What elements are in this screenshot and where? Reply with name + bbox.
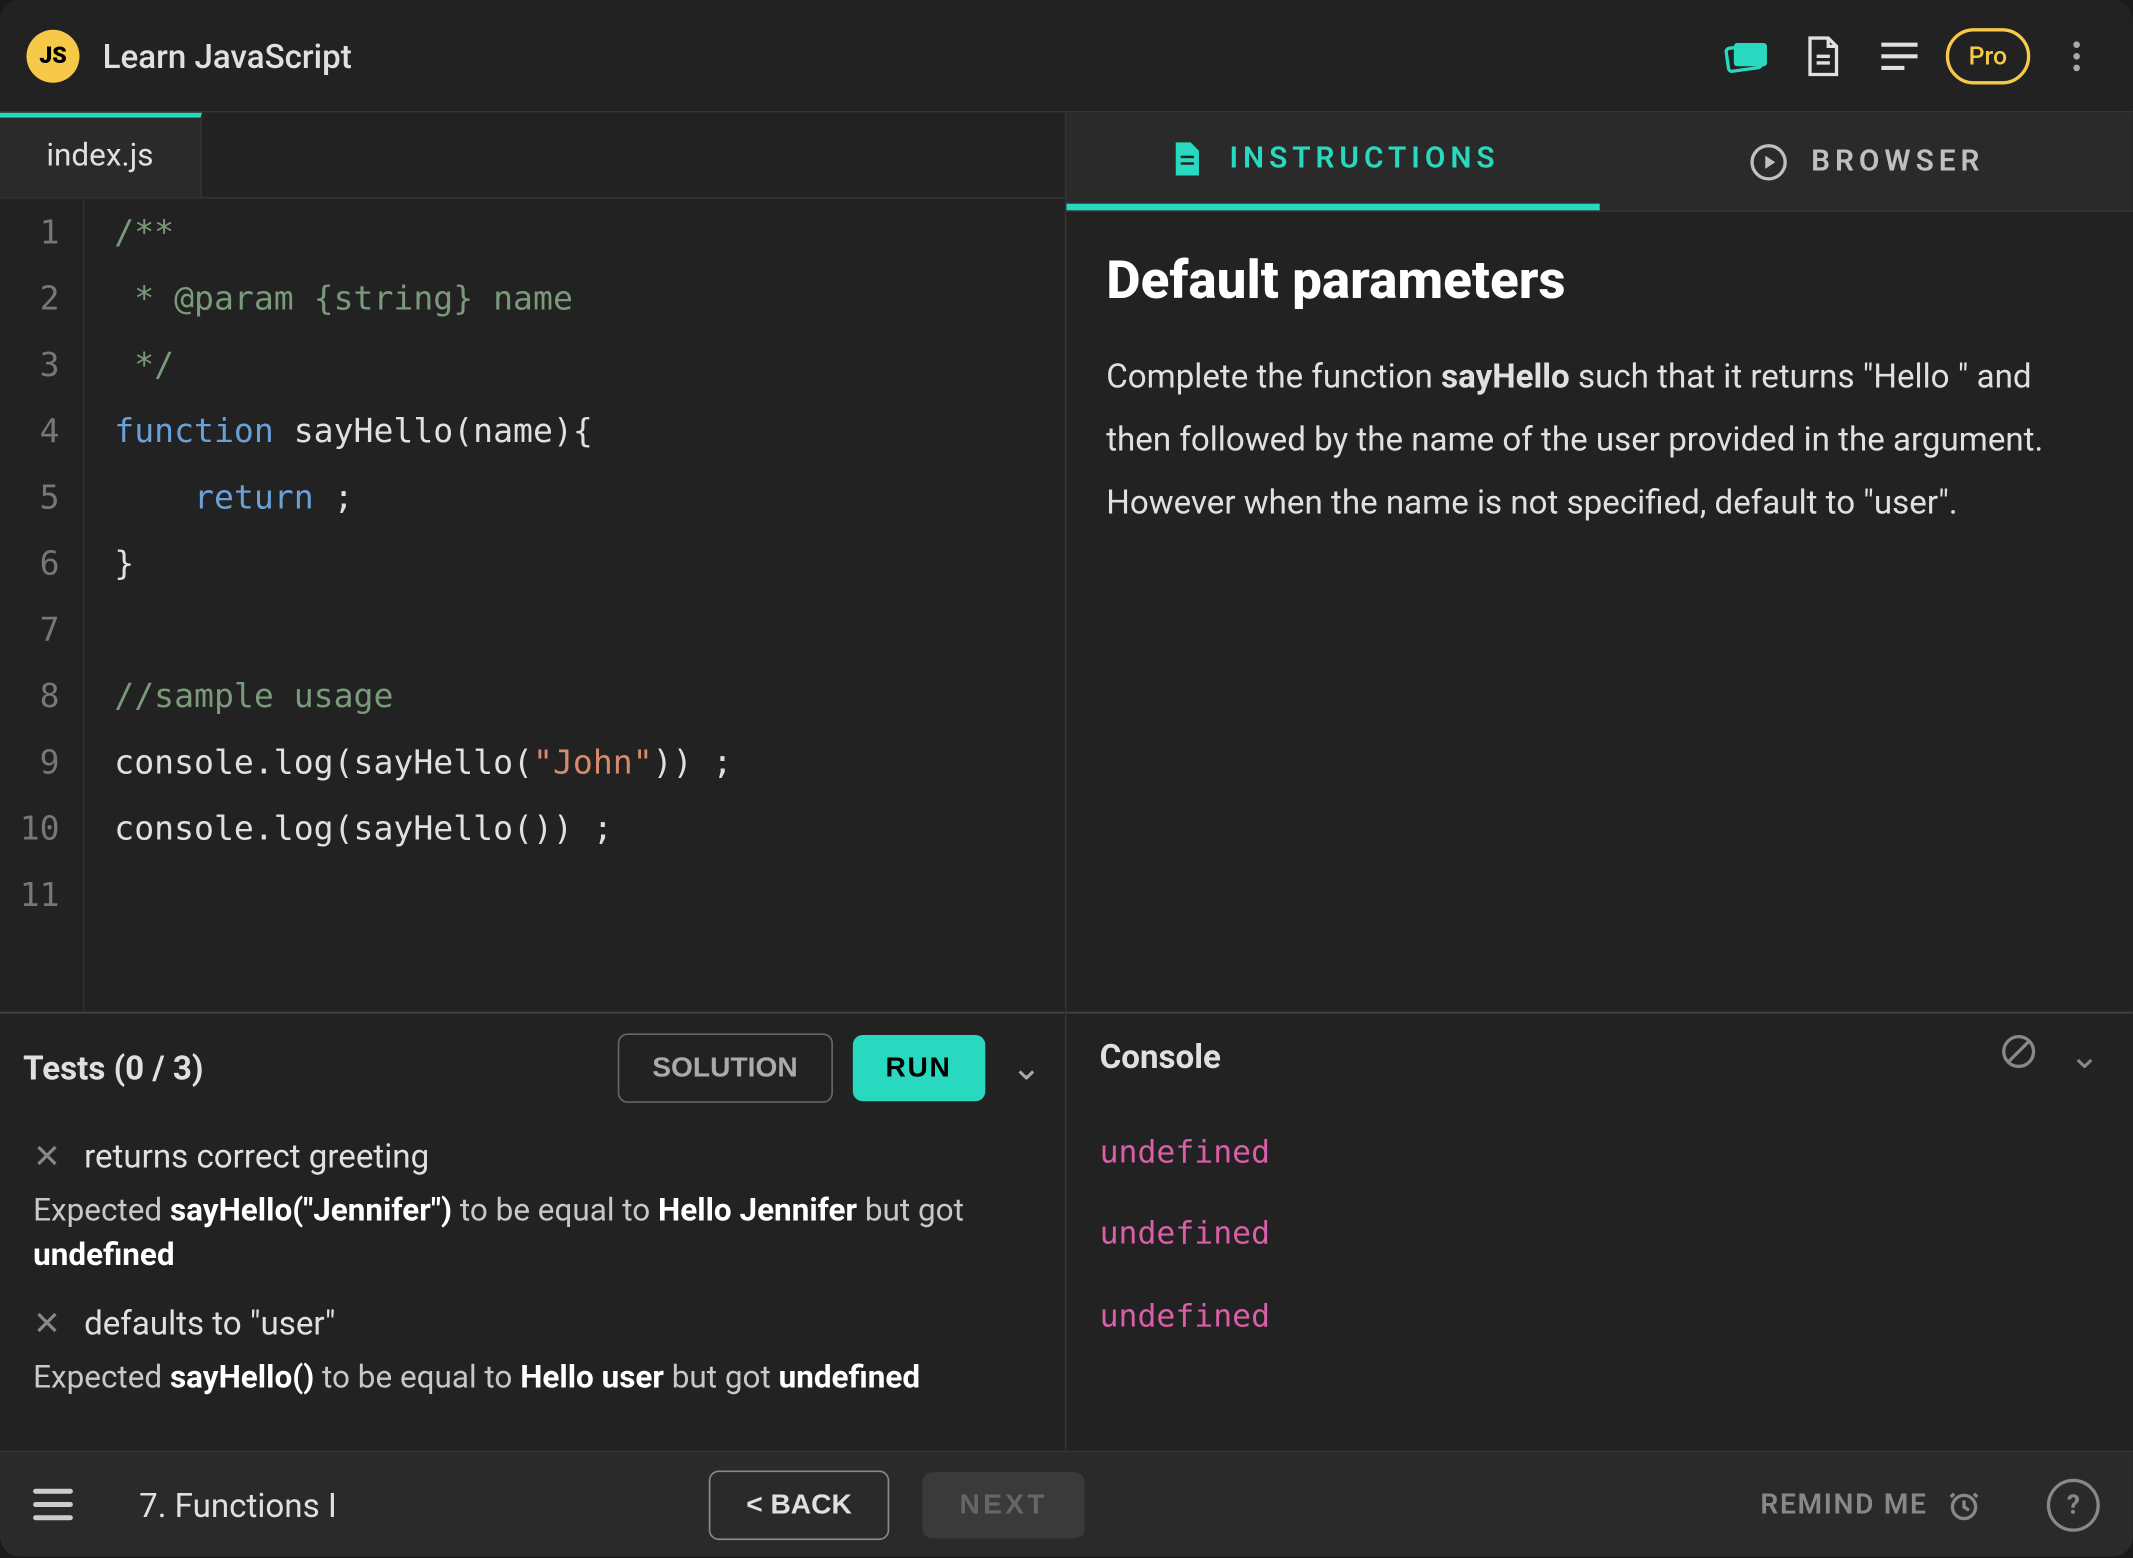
console-panel: Console ⌄ undefinedundefinedundefined: [1066, 1012, 2132, 1451]
test-name: returns correct greeting: [84, 1136, 429, 1176]
code-editor[interactable]: 1234567891011 /** * @param {string} name…: [0, 199, 1065, 1012]
console-line: undefined: [1100, 1195, 2100, 1277]
test-name: defaults to "user": [84, 1304, 335, 1344]
right-tabs: INSTRUCTIONS BROWSER: [1066, 113, 2132, 212]
clear-console-icon[interactable]: [2000, 1033, 2036, 1079]
code-content[interactable]: /** * @param {string} name */function sa…: [83, 199, 1065, 1012]
test-item: ✕ returns correct greeting Expected sayHel…: [33, 1136, 1032, 1277]
tab-instructions[interactable]: INSTRUCTIONS: [1066, 113, 1599, 211]
run-button[interactable]: RUN: [852, 1035, 984, 1101]
instructions-content: Default parameters Complete the function…: [1066, 212, 2132, 1012]
app-title: Learn JavaScript: [103, 36, 352, 76]
remind-me-button[interactable]: REMIND ME: [1760, 1488, 1980, 1521]
test-message: Expected sayHello("Jennifer") to be equa…: [33, 1189, 1032, 1277]
back-button[interactable]: < BACK: [708, 1470, 890, 1540]
hamburger-icon[interactable]: [33, 1489, 73, 1520]
console-header: Console ⌄: [1066, 1013, 2132, 1099]
file-tabs: index.js: [0, 113, 1065, 199]
tab-browser[interactable]: BROWSER: [1600, 113, 2133, 211]
test-message: Expected sayHello() to be equal to Hello…: [33, 1357, 1032, 1401]
document-icon[interactable]: [1793, 26, 1853, 86]
instructions-body: Complete the function sayHello such that…: [1106, 344, 2093, 533]
close-icon: ✕: [33, 1136, 61, 1176]
js-logo: JS: [26, 29, 79, 82]
more-options-icon[interactable]: [2047, 26, 2107, 86]
main-split: index.js 1234567891011 /** * @param {str…: [0, 113, 2133, 1451]
instructions-heading: Default parameters: [1106, 248, 2093, 311]
chevron-down-icon[interactable]: ⌄: [2069, 1036, 2100, 1077]
chapter-title: 7. Functions I: [139, 1485, 337, 1525]
remind-me-label: REMIND ME: [1760, 1488, 1927, 1521]
console-line: undefined: [1100, 1113, 2100, 1195]
console-title: Console: [1100, 1037, 1221, 1077]
tests-panel: Tests (0 / 3) SOLUTION RUN ⌄ ✕ returns co…: [0, 1012, 1065, 1451]
right-pane: INSTRUCTIONS BROWSER Default parameters …: [1066, 113, 2132, 1451]
file-tab-indexjs[interactable]: index.js: [0, 113, 202, 197]
tests-header: Tests (0 / 3) SOLUTION RUN ⌄: [0, 1013, 1065, 1122]
close-icon: ✕: [33, 1304, 61, 1344]
tab-browser-label: BROWSER: [1811, 144, 1984, 179]
left-pane: index.js 1234567891011 /** * @param {str…: [0, 113, 1066, 1451]
line-gutter: 1234567891011: [0, 199, 83, 1012]
header: JS Learn JavaScript Pro: [0, 0, 2133, 113]
test-item: ✕ defaults to "user" Expected sayHello() t…: [33, 1304, 1032, 1401]
menu-lines-icon[interactable]: [1869, 26, 1929, 86]
help-icon[interactable]: ?: [2047, 1478, 2100, 1531]
alarm-icon: [1947, 1488, 1980, 1521]
pro-badge[interactable]: Pro: [1945, 27, 2030, 83]
console-line: undefined: [1100, 1276, 2100, 1358]
chevron-down-icon[interactable]: ⌄: [1011, 1047, 1042, 1088]
tests-title: Tests (0 / 3): [23, 1048, 203, 1088]
footer: 7. Functions I < BACK NEXT REMIND ME ?: [0, 1451, 2133, 1557]
solution-button[interactable]: SOLUTION: [617, 1033, 832, 1103]
console-body: undefinedundefinedundefined: [1066, 1100, 2132, 1451]
app-window: JS Learn JavaScript Pro index.js 1234567…: [0, 0, 2133, 1557]
next-button[interactable]: NEXT: [923, 1471, 1084, 1537]
tab-instructions-label: INSTRUCTIONS: [1229, 141, 1499, 176]
tests-body: ✕ returns correct greeting Expected sayHel…: [0, 1123, 1065, 1451]
flashcards-icon[interactable]: [1717, 26, 1777, 86]
